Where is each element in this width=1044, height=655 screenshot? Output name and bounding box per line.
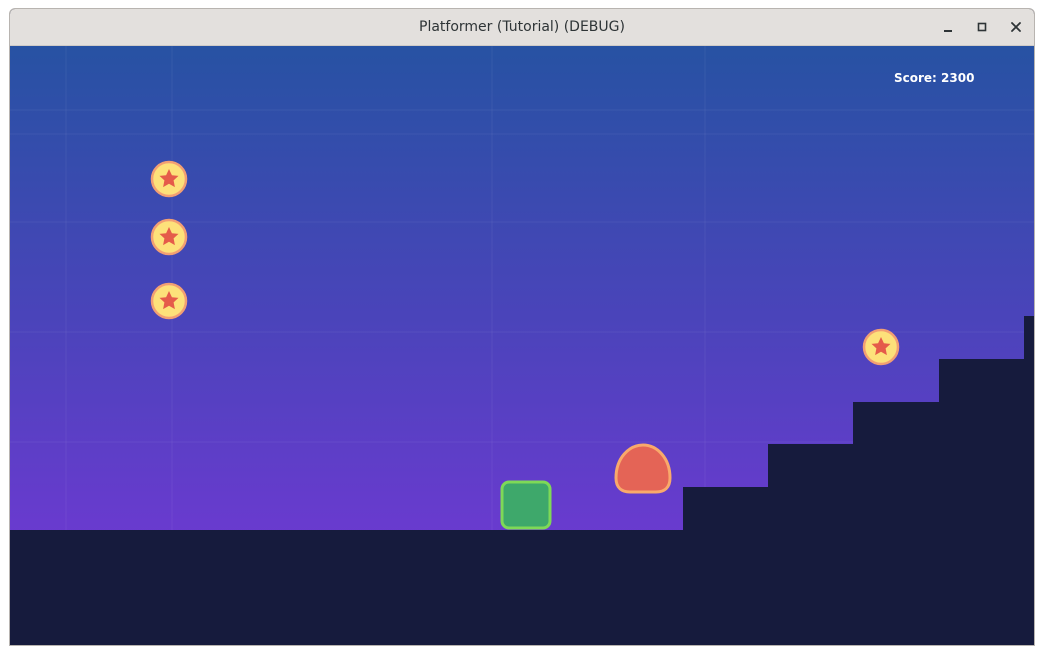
coin bbox=[150, 282, 188, 320]
game-world bbox=[10, 46, 1034, 645]
maximize-button[interactable] bbox=[970, 15, 994, 39]
player-character bbox=[500, 480, 552, 530]
minimize-icon bbox=[944, 30, 952, 32]
title-bar[interactable]: Platformer (Tutorial) (DEBUG) bbox=[10, 9, 1034, 46]
score-label: Score: 2300 bbox=[894, 71, 975, 85]
coin bbox=[150, 218, 188, 256]
close-button[interactable] bbox=[1004, 15, 1028, 39]
minimize-button[interactable] bbox=[936, 15, 960, 39]
close-icon bbox=[1011, 22, 1021, 32]
maximize-icon bbox=[977, 22, 987, 32]
game-viewport[interactable]: Score: 2300 bbox=[10, 46, 1034, 645]
coin bbox=[150, 160, 188, 198]
game-window: Platformer (Tutorial) (DEBUG) Score: 230… bbox=[9, 8, 1035, 646]
enemy-slime bbox=[614, 443, 672, 494]
coin bbox=[862, 328, 900, 366]
window-title: Platformer (Tutorial) (DEBUG) bbox=[419, 19, 625, 35]
